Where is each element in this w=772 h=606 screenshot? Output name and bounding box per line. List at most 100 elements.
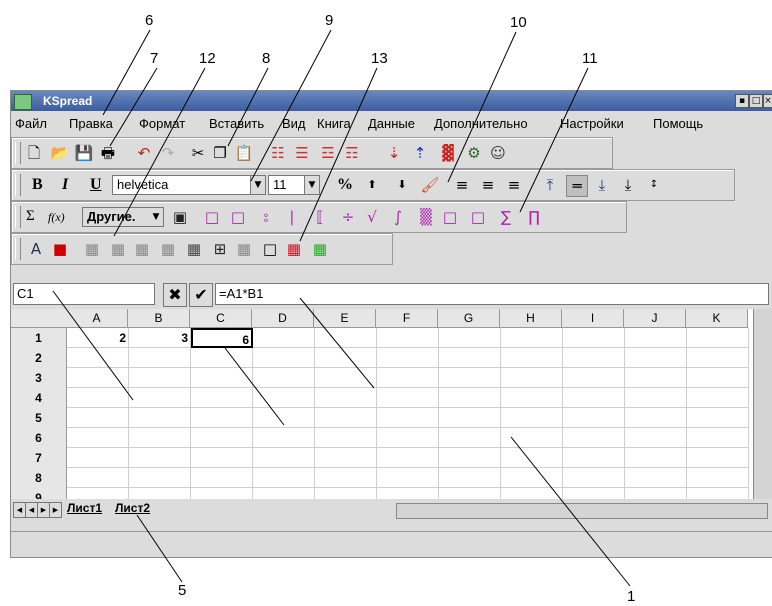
minimize-button[interactable]: ▪ xyxy=(735,94,749,108)
cell-d5[interactable] xyxy=(253,408,315,428)
cell-g1[interactable] xyxy=(439,328,501,348)
cell-a6[interactable] xyxy=(67,428,129,448)
cell-g3[interactable] xyxy=(439,368,501,388)
cell-reference-field[interactable]: C1 xyxy=(13,283,155,305)
tab-sheet-1[interactable]: Лист1 xyxy=(67,501,102,517)
align-right-icon[interactable]: ≡ xyxy=(504,175,524,195)
column-header-f[interactable]: F xyxy=(376,309,438,328)
cell-e3[interactable] xyxy=(315,368,377,388)
cell-j8[interactable] xyxy=(625,468,687,488)
menu-view[interactable]: Вид xyxy=(282,116,306,131)
corner-header[interactable] xyxy=(11,309,67,328)
column-header-b[interactable]: B xyxy=(128,309,190,328)
cell-f6[interactable] xyxy=(377,428,439,448)
left-script-icon[interactable]: □ xyxy=(440,207,460,227)
cell-e8[interactable] xyxy=(315,468,377,488)
cell-k2[interactable] xyxy=(687,348,749,368)
cell-g5[interactable] xyxy=(439,408,501,428)
cell-i7[interactable] xyxy=(563,448,625,468)
superscript-icon[interactable]: □ xyxy=(202,207,222,227)
chevron-down-icon[interactable]: ▼ xyxy=(250,176,265,194)
insert-row-icon[interactable]: ☷ xyxy=(268,143,288,163)
cell-d2[interactable] xyxy=(253,348,315,368)
autosum-button[interactable]: Σ xyxy=(26,208,35,225)
open-folder-icon[interactable]: 📂 xyxy=(50,143,70,163)
vertical-scrollbar[interactable] xyxy=(753,309,772,499)
cell-b6[interactable] xyxy=(129,428,191,448)
column-header-e[interactable]: E xyxy=(314,309,376,328)
cell-b8[interactable] xyxy=(129,468,191,488)
sort-descending-icon[interactable]: ⇡ xyxy=(410,143,430,163)
cell-i9[interactable] xyxy=(563,488,625,499)
chart-icon[interactable]: ▓ xyxy=(438,143,458,163)
cancel-button[interactable]: ✖ xyxy=(163,283,187,307)
row-header-8[interactable]: 8 xyxy=(11,468,67,489)
column-header-i[interactable]: I xyxy=(562,309,624,328)
cell-h9[interactable] xyxy=(501,488,563,499)
chevron-down-icon[interactable]: ▼ xyxy=(304,176,319,194)
cell-h1[interactable] xyxy=(501,328,563,348)
fraction-icon[interactable]: ÷ xyxy=(338,207,358,227)
cell-c4[interactable] xyxy=(191,388,253,408)
parentheses-icon[interactable]: ⦂ xyxy=(256,207,276,227)
cell-g7[interactable] xyxy=(439,448,501,468)
delete-row-icon[interactable]: ☲ xyxy=(318,143,338,163)
underline-button[interactable]: U xyxy=(90,176,102,194)
cell-g9[interactable] xyxy=(439,488,501,499)
cell-i3[interactable] xyxy=(563,368,625,388)
cell-a5[interactable] xyxy=(67,408,129,428)
bold-button[interactable]: B xyxy=(32,176,43,194)
cell-e5[interactable] xyxy=(315,408,377,428)
cell-j2[interactable] xyxy=(625,348,687,368)
cell-a3[interactable] xyxy=(67,368,129,388)
help-icon[interactable]: ☺ xyxy=(488,143,508,163)
cell-i6[interactable] xyxy=(563,428,625,448)
cell-b3[interactable] xyxy=(129,368,191,388)
cell-c7[interactable] xyxy=(191,448,253,468)
percent-button[interactable]: % xyxy=(337,176,353,194)
cell-i2[interactable] xyxy=(563,348,625,368)
cell-a1[interactable]: 2 xyxy=(67,328,129,348)
cell-g2[interactable] xyxy=(439,348,501,368)
cell-e2[interactable] xyxy=(315,348,377,368)
cell-e4[interactable] xyxy=(315,388,377,408)
cell-c6[interactable] xyxy=(191,428,253,448)
font-size-combo[interactable]: 11 ▼ xyxy=(268,175,320,195)
cell-a2[interactable] xyxy=(67,348,129,368)
border-top-icon[interactable]: ▦ xyxy=(132,239,152,259)
row-header-1[interactable]: 1 xyxy=(11,328,67,349)
toolbar-handle[interactable] xyxy=(15,174,21,196)
cell-k5[interactable] xyxy=(687,408,749,428)
menu-data[interactable]: Данные xyxy=(368,116,415,131)
spreadsheet-grid[interactable]: ABCDEFGHIJK 123456789 236 xyxy=(11,309,772,499)
cell-b1[interactable]: 3 xyxy=(129,328,191,348)
cell-k6[interactable] xyxy=(687,428,749,448)
cell-h2[interactable] xyxy=(501,348,563,368)
insert-object-icon[interactable]: ⚙ xyxy=(464,143,484,163)
new-document-icon[interactable]: 🗋 xyxy=(24,143,44,163)
border-outline-icon[interactable]: ⊞ xyxy=(210,239,230,259)
save-icon[interactable]: 💾 xyxy=(74,143,94,163)
abs-icon[interactable]: ∣ xyxy=(282,207,302,227)
row-header-3[interactable]: 3 xyxy=(11,368,67,389)
cell-c3[interactable] xyxy=(191,368,253,388)
cell-g4[interactable] xyxy=(439,388,501,408)
cell-k3[interactable] xyxy=(687,368,749,388)
fill-color-icon[interactable]: 🖌 xyxy=(420,175,440,195)
menu-help[interactable]: Помощь xyxy=(653,116,703,131)
cell-f1[interactable] xyxy=(377,328,439,348)
functions-combo[interactable]: Другие. ▼ xyxy=(82,207,164,227)
decrease-precision-icon[interactable]: ⬇ xyxy=(392,175,412,195)
cell-j6[interactable] xyxy=(625,428,687,448)
border-bottom-icon[interactable]: ▦ xyxy=(158,239,178,259)
cell-j3[interactable] xyxy=(625,368,687,388)
cell-k8[interactable] xyxy=(687,468,749,488)
undo-icon[interactable]: ↶ xyxy=(134,143,154,163)
menu-insert[interactable]: Вставить xyxy=(209,116,264,131)
column-header-g[interactable]: G xyxy=(438,309,500,328)
text-color-icon[interactable]: A xyxy=(26,239,46,259)
matrix-icon[interactable]: ▒ xyxy=(416,207,436,227)
cell-e9[interactable] xyxy=(315,488,377,499)
cell-c8[interactable] xyxy=(191,468,253,488)
delete-column-icon[interactable]: ☶ xyxy=(342,143,362,163)
